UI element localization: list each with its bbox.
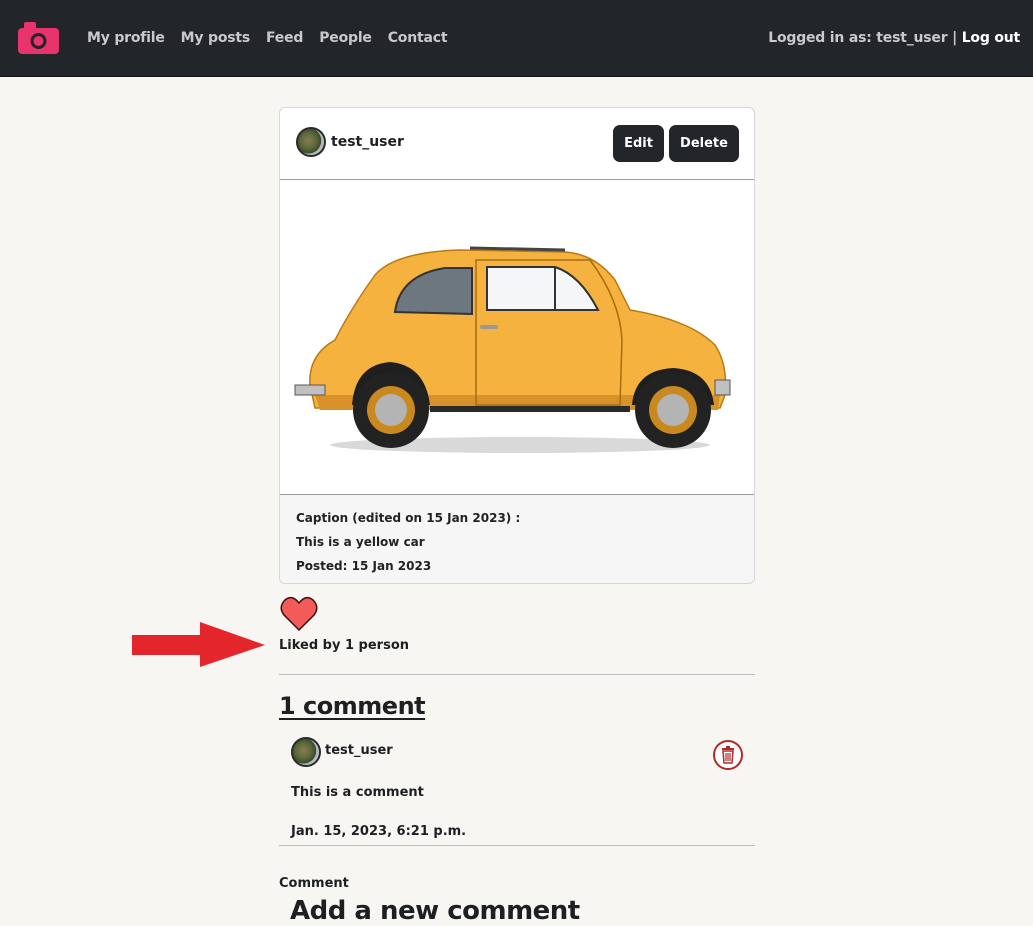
heart-icon[interactable] — [280, 596, 318, 632]
delete-comment-button[interactable] — [713, 740, 743, 770]
caption-text: This is a yellow car — [296, 535, 425, 549]
post-username: test_user — [331, 134, 404, 150]
delete-button[interactable]: Delete — [669, 125, 739, 162]
likes-count: Liked by 1 person — [279, 638, 410, 653]
post-footer: Caption (edited on 15 Jan 2023) : This i… — [280, 495, 754, 583]
avatar — [291, 737, 321, 767]
red-arrow — [132, 622, 265, 667]
logout-link[interactable]: Log out — [962, 30, 1021, 46]
comment-date: Jan. 15, 2023, 6:21 p.m. — [291, 824, 467, 839]
user-status: Logged in as: test_user | Log out — [768, 30, 1020, 46]
post-header: test_user Edit Delete — [280, 108, 754, 179]
nav-links: My profile My posts Feed People Contact — [87, 30, 448, 46]
caption-header: Caption (edited on 15 Jan 2023) : — [296, 511, 521, 525]
post-card: test_user Edit Delete Caption (edited on… — [279, 107, 755, 584]
posted-date: Posted: 15 Jan 2023 — [296, 559, 432, 573]
comment-text: This is a comment — [291, 785, 424, 800]
edit-button[interactable]: Edit — [613, 125, 664, 162]
logged-in-text: Logged in as: test_user | — [768, 30, 957, 46]
avatar — [296, 127, 326, 157]
nav-people[interactable]: People — [319, 30, 372, 46]
navbar: My profile My posts Feed People Contact … — [0, 0, 1033, 77]
add-comment-heading: Add a new comment — [290, 896, 580, 926]
nav-my-posts[interactable]: My posts — [181, 30, 251, 46]
nav-my-profile[interactable]: My profile — [87, 30, 165, 46]
nav-contact[interactable]: Contact — [388, 30, 448, 46]
divider — [279, 845, 755, 846]
comment-label: Comment — [279, 876, 349, 891]
camera-icon[interactable] — [18, 22, 59, 54]
trash-icon — [722, 746, 734, 764]
yellow-car-image — [294, 246, 731, 453]
comment-username: test_user — [325, 743, 393, 758]
comments-title[interactable]: 1 comment — [279, 692, 426, 720]
nav-feed[interactable]: Feed — [266, 30, 303, 46]
post-image — [280, 179, 754, 495]
divider — [279, 674, 755, 675]
